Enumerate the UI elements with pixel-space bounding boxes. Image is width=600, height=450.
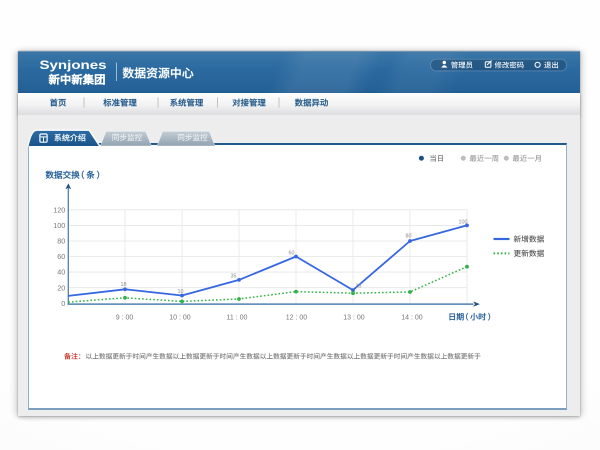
svg-text:80: 80 [57, 237, 65, 246]
svg-text:20: 20 [57, 283, 65, 292]
svg-text:35: 35 [231, 274, 237, 280]
svg-text:0: 0 [61, 299, 65, 308]
svg-text:11 : 00: 11 : 00 [227, 315, 248, 322]
svg-text:10 : 00: 10 : 00 [169, 315, 191, 322]
svg-text:60: 60 [57, 252, 65, 261]
svg-text:80: 80 [406, 234, 412, 240]
svg-text:12 : 00: 12 : 00 [286, 315, 308, 322]
svg-text:40: 40 [57, 268, 65, 277]
svg-text:120: 120 [53, 205, 65, 214]
svg-text:14 : 00: 14 : 00 [401, 315, 423, 322]
svg-text:Synjones: Synjones [40, 58, 107, 72]
svg-text:100: 100 [53, 221, 65, 230]
svg-text:60: 60 [289, 251, 295, 257]
svg-text:100: 100 [459, 220, 468, 226]
svg-text:13 : 00: 13 : 00 [343, 315, 365, 322]
svg-text:9 : 00: 9 : 00 [116, 315, 134, 322]
svg-text:15: 15 [356, 284, 362, 290]
svg-text:10: 10 [178, 289, 184, 295]
svg-text:18: 18 [121, 282, 127, 288]
